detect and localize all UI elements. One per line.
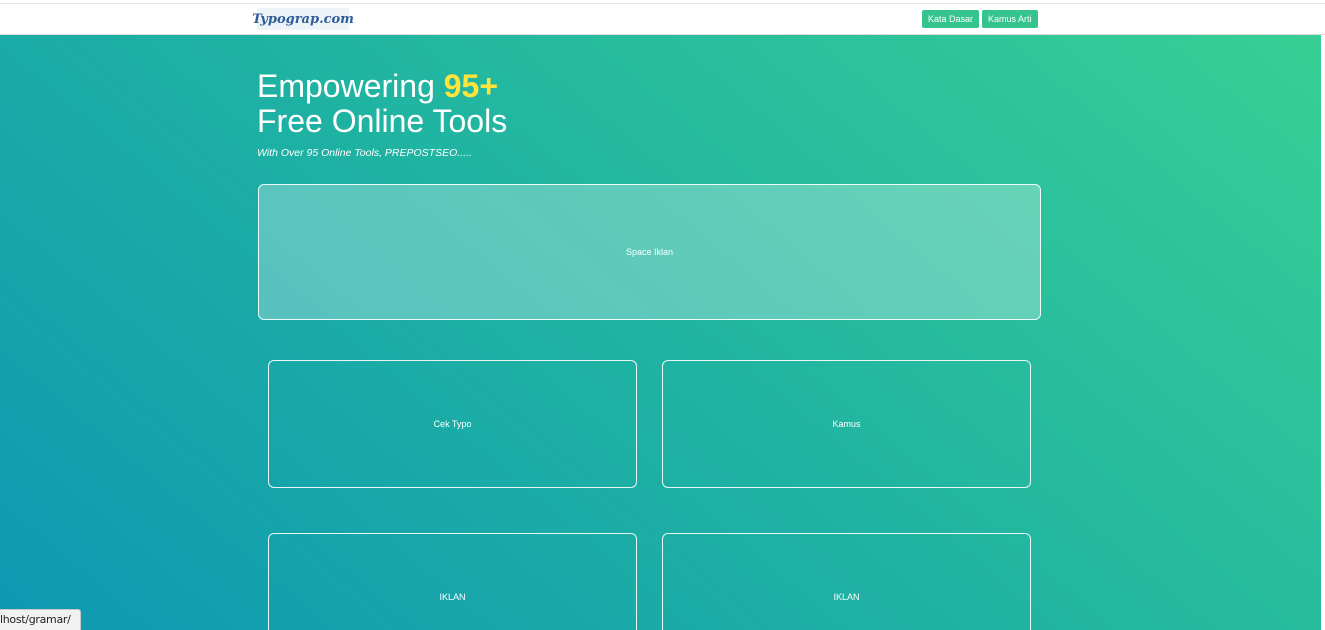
ad-banner-label: Space Iklan	[625, 247, 674, 257]
card-label: IKLAN	[833, 592, 860, 602]
card-label: IKLAN	[439, 592, 466, 602]
hero-section: Empowering 95+ Free Online Tools With Ove…	[0, 35, 1325, 630]
scrollbar-gutter	[1321, 35, 1325, 630]
cek-typo-card[interactable]: Cek Typo	[268, 360, 637, 488]
ad-banner[interactable]: Space Iklan	[258, 184, 1041, 320]
kata-dasar-button[interactable]: Kata Dasar	[922, 10, 980, 28]
status-url: lhost/gramar/	[0, 613, 71, 626]
hero-subtext: With Over 95 Online Tools, PREPOSTSEO...…	[257, 147, 472, 159]
hero-headline: Empowering 95+ Free Online Tools	[257, 69, 507, 139]
site-logo[interactable]: Typograp.com	[252, 8, 354, 30]
headline-accent: 95+	[443, 68, 499, 104]
iklan-card-left[interactable]: IKLAN	[268, 533, 637, 630]
card-label: Kamus	[832, 419, 861, 429]
browser-status-bar: lhost/gramar/	[0, 609, 81, 630]
nav-buttons: Kata Dasar Kamus Arti	[922, 10, 1038, 28]
kamus-arti-button[interactable]: Kamus Arti	[982, 10, 1038, 28]
headline-line2: Free Online Tools	[257, 103, 508, 139]
kamus-card[interactable]: Kamus	[662, 360, 1031, 488]
card-label: Cek Typo	[433, 419, 472, 429]
iklan-card-right[interactable]: IKLAN	[662, 533, 1031, 630]
navbar: Typograp.com Kata Dasar Kamus Arti	[0, 4, 1325, 35]
headline-prefix: Empowering	[257, 68, 444, 104]
